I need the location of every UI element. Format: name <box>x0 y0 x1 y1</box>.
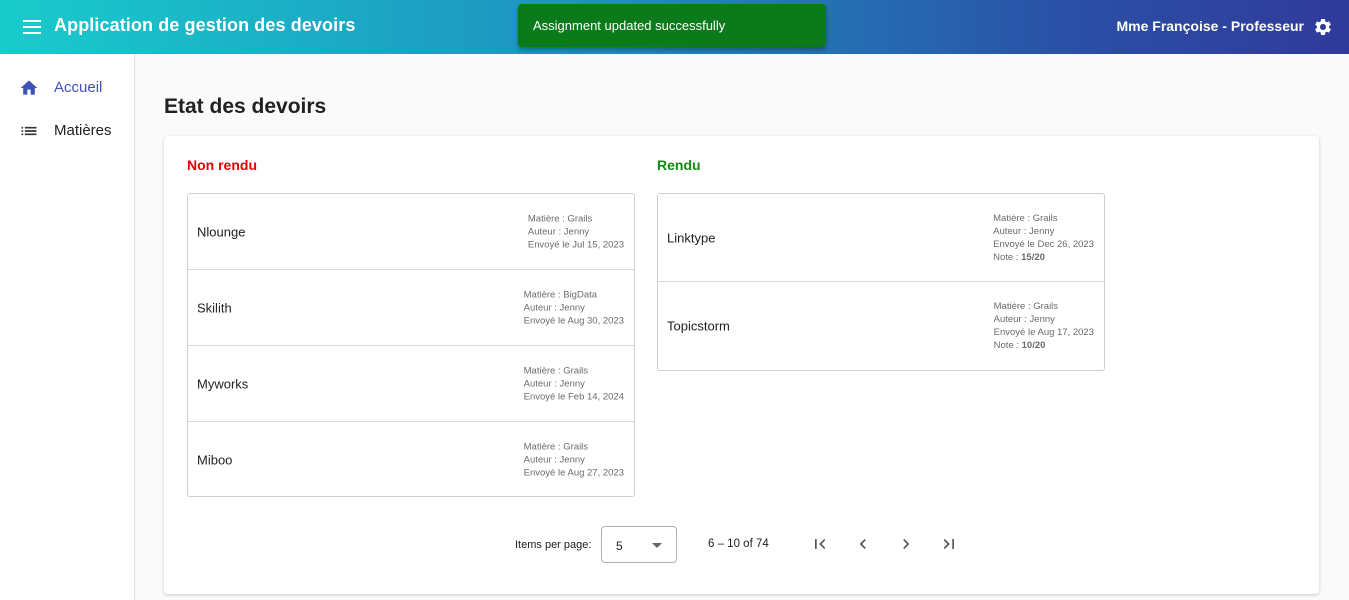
list-item[interactable]: Myworks Matière : Grails Auteur : Jenny … <box>188 346 634 422</box>
grade-value: 10/20 <box>1021 340 1046 351</box>
grade-label: Note : <box>993 251 1022 263</box>
sidebar: Accueil Matières <box>0 54 135 600</box>
last-page-button[interactable] <box>937 532 961 556</box>
assignment-meta: Matière : Grails Auteur : Jenny Envoyé l… <box>993 212 1094 264</box>
assignment-meta: Matière : Grails Auteur : Jenny Envoyé l… <box>524 441 624 480</box>
assignment-date: Envoyé le Aug 17, 2023 <box>993 327 1094 338</box>
assignment-date: Envoyé le Dec 26, 2023 <box>993 238 1094 250</box>
previous-page-button[interactable] <box>851 532 875 556</box>
list-item[interactable]: Nlounge Matière : Grails Auteur : Jenny … <box>188 194 634 270</box>
first-page-icon <box>815 539 826 549</box>
chevron-down-icon <box>652 543 662 548</box>
grade-label: Note : <box>993 340 1022 351</box>
page-title: Etat des devoirs <box>164 95 327 118</box>
page-size-value: 5 <box>616 539 623 553</box>
chevron-left-icon <box>859 539 866 549</box>
assignment-date: Envoyé le Jul 15, 2023 <box>527 239 624 250</box>
assignment-date: Envoyé le Feb 14, 2024 <box>523 391 624 402</box>
gear-icon[interactable] <box>1311 15 1335 39</box>
paginator: Items per page: 5 6 – 10 of 74 <box>515 526 975 563</box>
user-label: Mme Françoise - Professeur <box>1116 18 1304 34</box>
page-range-label: 6 – 10 of 74 <box>708 538 769 550</box>
assignment-author: Auteur : Jenny <box>523 302 585 313</box>
list-item[interactable]: Topicstorm Matière : Grails Auteur : Jen… <box>658 282 1104 370</box>
page-size-select[interactable]: 5 <box>601 526 677 563</box>
assignment-name: Skilith <box>197 300 232 315</box>
assignment-grade: Note : 10/20 <box>994 339 1094 352</box>
assignment-subject: Matière : Grails <box>523 441 589 453</box>
assignment-author: Auteur : Jenny <box>993 314 1055 325</box>
list-item[interactable]: Skilith Matière : BigData Auteur : Jenny… <box>188 270 634 346</box>
assignment-grade: Note : 15/20 <box>993 251 1094 264</box>
assignment-meta: Matière : Grails Auteur : Jenny Envoyé l… <box>994 300 1094 352</box>
assignment-subject: Matière : Grails <box>993 301 1059 312</box>
assignment-author: Auteur : Jenny <box>523 454 585 466</box>
first-page-button[interactable] <box>808 532 832 556</box>
assignment-meta: Matière : BigData Auteur : Jenny Envoyé … <box>524 288 624 327</box>
grade-value: 15/20 <box>1021 251 1045 263</box>
success-snackbar: Assignment updated successfully <box>518 4 826 47</box>
sidebar-item-matieres[interactable]: Matières <box>0 113 134 153</box>
snackbar-message: Assignment updated successfully <box>533 18 726 33</box>
assignment-date: Envoyé le Aug 27, 2023 <box>523 467 624 479</box>
submitted-heading: Rendu <box>657 157 701 173</box>
next-page-button[interactable] <box>894 532 918 556</box>
assignment-name: Topicstorm <box>667 318 730 334</box>
assignment-author: Auteur : Jenny <box>527 226 590 237</box>
sidebar-item-label: Accueil <box>54 79 103 96</box>
sidebar-item-label: Matières <box>54 122 112 139</box>
assignment-author: Auteur : Jenny <box>523 378 585 389</box>
assignment-subject: Matière : BigData <box>523 289 598 300</box>
assignment-name: Linktype <box>667 230 716 245</box>
menu-icon[interactable] <box>20 15 44 39</box>
not-submitted-heading: Non rendu <box>187 157 257 173</box>
assignment-meta: Matière : Grails Auteur : Jenny Envoyé l… <box>528 212 624 251</box>
assignment-author: Auteur : Jenny <box>993 225 1055 237</box>
home-icon <box>19 78 39 98</box>
assignment-subject: Matière : Grails <box>523 365 589 376</box>
list-icon <box>19 121 39 141</box>
assignment-name: Myworks <box>197 376 249 391</box>
assignment-date: Envoyé le Aug 30, 2023 <box>523 315 624 326</box>
app-title: Application de gestion des devoirs <box>54 15 356 35</box>
sidebar-item-accueil[interactable]: Accueil <box>0 70 134 110</box>
assignment-name: Miboo <box>197 452 233 468</box>
items-per-page-label: Items per page: <box>515 539 592 551</box>
assignment-subject: Matière : Grails <box>527 213 593 224</box>
chevron-right-icon <box>903 539 910 549</box>
last-page-icon <box>943 539 954 549</box>
list-item[interactable]: Miboo Matière : Grails Auteur : Jenny En… <box>188 422 634 498</box>
list-item[interactable]: Linktype Matière : Grails Auteur : Jenny… <box>658 194 1104 282</box>
assignment-meta: Matière : Grails Auteur : Jenny Envoyé l… <box>524 364 624 403</box>
assignment-subject: Matière : Grails <box>993 212 1058 224</box>
not-submitted-list: Nlounge Matière : Grails Auteur : Jenny … <box>187 193 635 497</box>
assignment-name: Nlounge <box>197 224 246 239</box>
submitted-list: Linktype Matière : Grails Auteur : Jenny… <box>657 193 1105 371</box>
